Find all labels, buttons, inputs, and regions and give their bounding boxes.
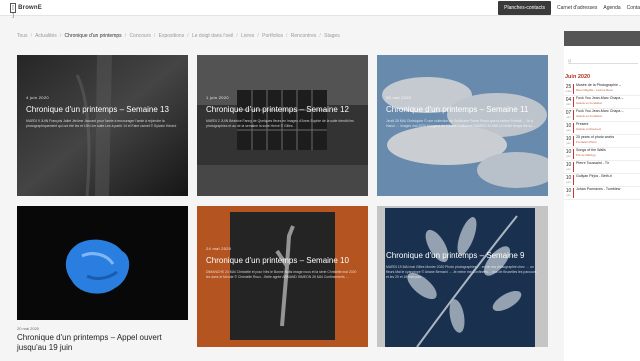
filter-expositions[interactable]: Expositions <box>159 33 185 39</box>
filter-actualites[interactable]: Actualités <box>35 33 57 39</box>
event-item[interactable]: 07 juin Fuck You Jean-Marc Chapa – Galerie … <box>564 109 640 122</box>
sidebar-month-title: Juin 2020 <box>565 74 591 80</box>
event-title: Present <box>576 122 589 126</box>
event-item[interactable]: 04 juin Fuck You Jean-Marc Chapa – Galerie … <box>564 96 640 109</box>
sidebar-search-input[interactable]: Q <box>568 58 638 64</box>
filter-rencontres[interactable]: Rencontres <box>291 33 317 39</box>
event-day: 25 mars <box>565 84 572 93</box>
filter-stages[interactable]: Stages <box>324 33 340 39</box>
event-item[interactable]: 10 juin Guilyan Pirjos - Beth-ri <box>564 174 640 187</box>
event-item[interactable]: 10 juin Songs of the Walls Prix de Mabbyg <box>564 148 640 161</box>
post-card-semaine-11[interactable]: 25 mai 2020 Chronique d'un printemps – S… <box>377 55 548 196</box>
post-title[interactable]: Chronique d'un printemps – Semaine 10 <box>206 256 360 266</box>
filter-chronique[interactable]: Chronique d'un printemps <box>65 33 122 39</box>
post-excerpt: Jeudi 28 MAI Christophe © une collection… <box>386 119 537 128</box>
nav-contact[interactable]: Conta <box>627 5 640 11</box>
event-venue: Prix de Mabbyg <box>576 152 596 157</box>
nav-carnet-adresses[interactable]: Carnet d'adresses <box>557 5 597 11</box>
event-day: 10 juin <box>565 162 572 171</box>
filter-doigt-oeil[interactable]: Le doigt dans l'oeil <box>192 33 233 39</box>
event-title: Fuck You Jean-Marc Chapa – <box>576 96 624 100</box>
event-item[interactable]: 10 juin Johan Poenaves - Tumblew <box>564 187 640 200</box>
event-venue: Galerie confinement <box>576 126 602 131</box>
event-venue: Galerie en Fondation <box>576 100 603 105</box>
filter-livres[interactable]: Livres <box>241 33 254 39</box>
filter-concours[interactable]: Concours <box>129 33 150 39</box>
category-filter-bar: Tous / Actualités / Chronique d'un printem… <box>17 33 340 39</box>
post-card-appel-ouvert[interactable] <box>17 206 188 320</box>
post-title[interactable]: Chronique d'un printemps – Semaine 12 <box>206 105 360 115</box>
agenda-sidebar: Q Juin 2020 25 mars Musée de la Photograph… <box>564 31 640 361</box>
post-photo <box>17 206 188 320</box>
logo-text: BrownE <box>18 5 42 11</box>
post-date: 25 mai 2020 <box>386 95 412 100</box>
event-title: Guilyan Pirjos - Beth-ri <box>576 174 612 178</box>
post-title[interactable]: Chronique d'un printemps – Semaine 11 <box>386 105 540 115</box>
event-title: 25 years of photo works <box>576 135 615 139</box>
post-card-semaine-10[interactable]: 24 mai 2020 Chronique d'un printemps – S… <box>197 206 368 347</box>
event-day: 07 juin <box>565 110 572 119</box>
main-nav: Planches-contacts Carnet d'adresses Agen… <box>498 1 640 15</box>
sidebar-header <box>564 31 640 46</box>
event-title: Pierre Toussaint - Tir <box>576 161 609 165</box>
event-list: 25 mars Musée de la Photographie – Rene Mag… <box>564 83 640 200</box>
event-title: Fuck You Jean-Marc Chapa – <box>576 109 624 113</box>
nav-planches-contacts[interactable]: Planches-contacts <box>498 1 551 15</box>
post-excerpt: MARDI 19 MAI mai Gilles Monier 2020 Phot… <box>386 265 537 279</box>
post-excerpt: MARDI 2 JUIN Béatrice Fanny de Quelques … <box>206 119 354 128</box>
event-title: Johan Poenaves - Tumblew <box>576 187 621 191</box>
post-card-semaine-9[interactable]: Chronique d'un printemps – Semaine 9 MAR… <box>377 206 548 347</box>
nav-agenda[interactable]: Agenda <box>603 5 620 11</box>
post-title[interactable]: Chronique d'un printemps – Appel ouvert … <box>17 333 192 353</box>
site-logo[interactable]: [ ] BrownE <box>10 2 42 19</box>
event-venue: Galerie en Fondation <box>576 113 603 118</box>
event-item[interactable]: 10 juin Present Galerie confinement <box>564 122 640 135</box>
event-day: 10 juin <box>565 149 572 158</box>
event-day: 10 juin <box>565 136 572 145</box>
event-item[interactable]: 10 juin 25 years of photo works Fondation P… <box>564 135 640 148</box>
event-title: Songs of the Walls <box>576 148 606 152</box>
event-item[interactable]: 10 juin Pierre Toussaint - Tir <box>564 161 640 174</box>
event-venue: Fondation Photo <box>576 139 597 144</box>
event-day: 10 juin <box>565 175 572 184</box>
post-excerpt: MARDI 9 JUIN François Jallet Jérôme Jacc… <box>26 119 177 128</box>
top-navigation-bar: [ ] BrownE Planches-contacts Carnet d'ad… <box>0 0 640 19</box>
filter-tous[interactable]: Tous <box>17 33 28 39</box>
event-day: 04 juin <box>565 97 572 106</box>
event-day: 10 juin <box>565 123 572 132</box>
event-venue: Rene Magritte - Lecture René <box>576 87 613 92</box>
post-card-semaine-12[interactable]: 1 juin 2020 Chronique d'un printemps – S… <box>197 55 368 196</box>
post-date: 4 juin 2020 <box>26 95 49 100</box>
post-title[interactable]: Chronique d'un printemps – Semaine 13 <box>26 105 180 115</box>
post-excerpt: DIMANCHE 24 MAI Christelle et pour Nés l… <box>206 270 357 279</box>
event-title: Musée de la Photographie – <box>576 83 621 87</box>
post-title[interactable]: Chronique d'un printemps – Semaine 9 <box>386 251 540 261</box>
filter-portfolios[interactable]: Portfolios <box>262 33 283 39</box>
post-date: 20 mai 2020 <box>17 326 40 331</box>
event-item[interactable]: 25 mars Musée de la Photographie – Rene Mag… <box>564 83 640 96</box>
logo-mark-icon: [ ] <box>10 3 17 19</box>
post-date: 24 mai 2020 <box>206 246 232 251</box>
event-day: 10 juin <box>565 188 572 197</box>
post-card-semaine-13[interactable]: 4 juin 2020 Chronique d'un printemps – S… <box>17 55 188 196</box>
post-date: 1 juin 2020 <box>206 95 229 100</box>
